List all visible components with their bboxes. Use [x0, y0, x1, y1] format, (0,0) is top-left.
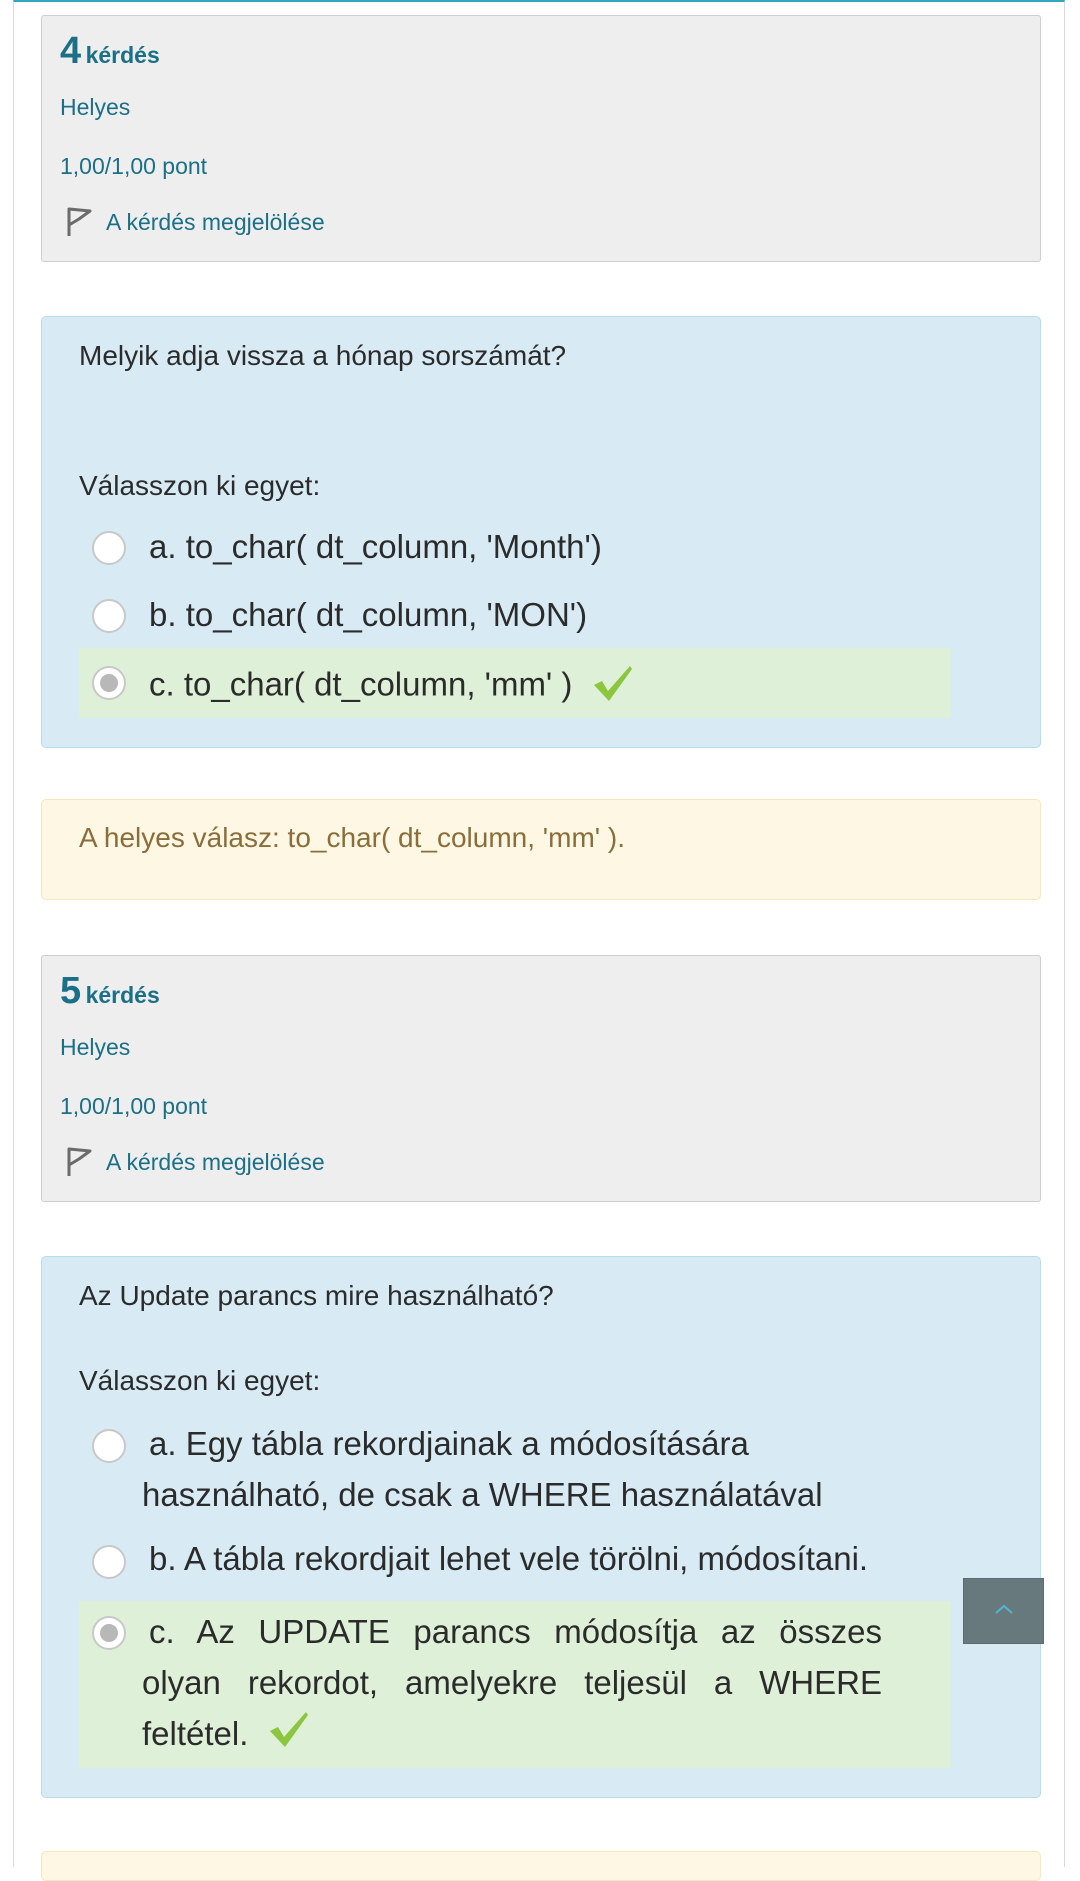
answer-label-wrap: c. Az UPDATE parancs módosítja az összes… — [142, 1606, 882, 1763]
back-to-top-button[interactable] — [963, 1578, 1044, 1644]
answer-label: b. to_char( dt_column, 'MON') — [149, 596, 588, 633]
radio-button[interactable] — [92, 1429, 126, 1463]
question-state: Helyes — [60, 1034, 131, 1060]
answer-prompt: Válasszon ki egyet: — [79, 470, 321, 501]
check-icon — [268, 1709, 310, 1763]
answer-label: a. Egy tábla rekordjainak a módosítására… — [142, 1425, 823, 1513]
answer-label-wrap: c. to_char( dt_column, 'mm' ) — [149, 663, 634, 711]
answer-label: b. A tábla rekordjait lehet vele törölni… — [149, 1540, 869, 1577]
question-number: 5 kérdés — [60, 970, 160, 1013]
flag-label: A kérdés megjelölése — [106, 208, 325, 235]
next-feedback-box — [41, 1851, 1041, 1881]
question-info-4: 4 kérdés Helyes 1,00/1,00 pont A kérdés … — [41, 15, 1041, 262]
answer-option-b[interactable]: b. to_char( dt_column, 'MON') — [79, 583, 951, 649]
question-info-5: 5 kérdés Helyes 1,00/1,00 pont A kérdés … — [41, 955, 1041, 1202]
right-answer-text: A helyes válasz: to_char( dt_column, 'mm… — [79, 822, 626, 853]
answer-label: c. to_char( dt_column, 'mm' ) — [149, 665, 573, 703]
radio-button-selected[interactable] — [92, 1616, 126, 1650]
flag-label: A kérdés megjelölése — [106, 1148, 325, 1175]
question-formulation-5: Az Update parancs mire használható? Vála… — [41, 1256, 1041, 1798]
radio-button[interactable] — [92, 531, 126, 565]
chevron-up-icon — [993, 1602, 1015, 1621]
question-grade: 1,00/1,00 pont — [60, 1093, 208, 1119]
answer-label-wrap: a. Egy tábla rekordjainak a módosítására… — [142, 1418, 882, 1520]
flag-icon — [64, 206, 92, 238]
radio-button[interactable] — [92, 599, 126, 633]
answer-option-b[interactable]: b. A tábla rekordjait lehet vele törölni… — [79, 1527, 951, 1593]
answer-option-a[interactable]: a. to_char( dt_column, 'Month') — [79, 515, 951, 581]
question-state: Helyes — [60, 94, 131, 120]
answer-prompt: Válasszon ki egyet: — [79, 1365, 321, 1396]
question-text: Melyik adja vissza a hónap sorszámát? — [79, 340, 567, 371]
question-grade: 1,00/1,00 pont — [60, 153, 208, 179]
answer-option-a[interactable]: a. Egy tábla rekordjainak a módosítására… — [79, 1409, 951, 1525]
question-number-value: 4 — [60, 30, 82, 72]
flag-question-link[interactable]: A kérdés megjelölése — [64, 206, 325, 238]
answer-option-c[interactable]: c. Az UPDATE parancs módosítja az összes… — [79, 1601, 951, 1768]
answer-label: a. to_char( dt_column, 'Month') — [149, 528, 602, 565]
question-number-word: kérdés — [85, 42, 160, 68]
flag-question-link[interactable]: A kérdés megjelölése — [64, 1146, 325, 1178]
flag-icon — [64, 1146, 92, 1178]
check-icon — [592, 663, 634, 711]
radio-button-selected[interactable] — [92, 666, 126, 700]
question-number-word: kérdés — [85, 982, 160, 1008]
question-number: 4 kérdés — [60, 30, 160, 73]
right-answer-feedback: A helyes válasz: to_char( dt_column, 'mm… — [41, 799, 1041, 900]
question-number-value: 5 — [60, 970, 82, 1012]
answer-label: c. Az UPDATE parancs módosítja az összes… — [142, 1613, 882, 1752]
question-formulation-4: Melyik adja vissza a hónap sorszámát? Vá… — [41, 316, 1041, 748]
question-text: Az Update parancs mire használható? — [79, 1280, 554, 1311]
radio-button[interactable] — [92, 1545, 126, 1579]
answer-option-c[interactable]: c. to_char( dt_column, 'mm' ) — [79, 648, 951, 718]
